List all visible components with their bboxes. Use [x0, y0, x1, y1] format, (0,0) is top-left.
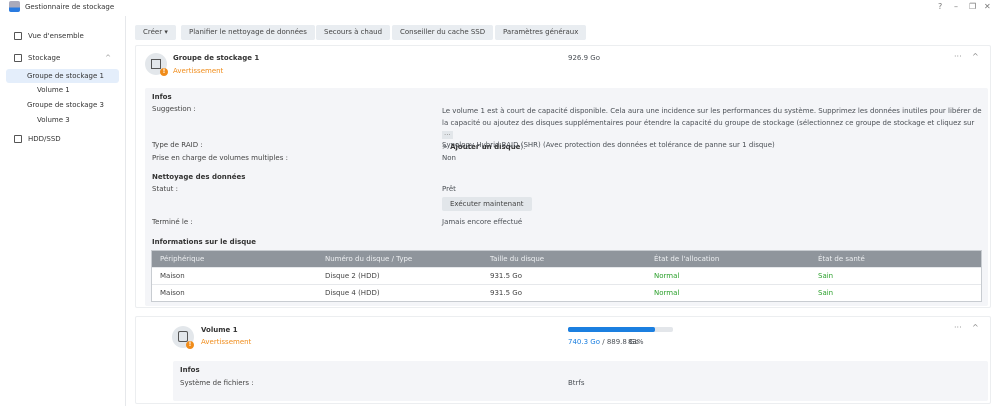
- maximize-button[interactable]: ❐: [969, 2, 976, 11]
- hot-spare-button[interactable]: Secours à chaud: [316, 25, 391, 40]
- status-value: Prêt: [442, 185, 456, 193]
- pool-status: Avertissement: [173, 67, 224, 75]
- cell-disk: Disque 2 (HDD): [317, 266, 482, 284]
- sidebar-item-overview[interactable]: Vue d'ensemble: [6, 29, 119, 43]
- sidebar-item-volume-1[interactable]: Volume 1: [6, 83, 119, 97]
- infos-heading: Infos: [180, 366, 200, 374]
- app-title: Gestionnaire de stockage: [25, 3, 115, 11]
- column-header: État de l'allocation: [646, 251, 810, 267]
- column-header: Numéro du disque / Type: [317, 251, 482, 267]
- multi-volume-label: Prise en charge de volumes multiples :: [152, 154, 288, 162]
- storage-icon: [14, 54, 22, 62]
- storage-pool-card: ! Groupe de stockage 1 Avertissement 926…: [135, 45, 991, 308]
- volume-status: Avertissement: [201, 338, 252, 346]
- minimize-button[interactable]: –: [954, 2, 958, 11]
- global-settings-button[interactable]: Paramètres généraux: [495, 25, 587, 40]
- filesystem-value: Btrfs: [568, 379, 585, 387]
- completed-label: Terminé le :: [152, 218, 193, 226]
- ssd-cache-advisor-button[interactable]: Conseiller du cache SSD: [392, 25, 494, 40]
- column-header: État de santé: [810, 251, 981, 267]
- disk-info-heading: Informations sur le disque: [152, 238, 256, 246]
- filesystem-label: Système de fichiers :: [180, 379, 254, 387]
- more-icon[interactable]: ···: [954, 52, 962, 61]
- pool-name: Groupe de stockage 1: [173, 54, 260, 62]
- storage-pool-icon: !: [145, 53, 168, 76]
- cell-size: 931.5 Go: [482, 283, 646, 301]
- disk-icon: [14, 135, 22, 143]
- help-button[interactable]: ?: [938, 2, 942, 11]
- raid-label: Type de RAID :: [152, 141, 203, 149]
- table-row[interactable]: Maison Disque 4 (HDD) 931.5 Go Normal Sa…: [152, 283, 981, 301]
- sidebar-item-label: Vue d'ensemble: [28, 32, 84, 40]
- volume-card: ! Volume 1 Avertissement 740.3 Go / 889.…: [135, 316, 991, 404]
- raid-value: Synology Hybrid RAID (SHR) (Avec protect…: [442, 141, 775, 149]
- cell-disk: Disque 4 (HDD): [317, 283, 482, 301]
- status-label: Statut :: [152, 185, 178, 193]
- volume-icon: !: [172, 326, 194, 349]
- volume-info-panel: Infos Système de fichiers : Btrfs: [173, 361, 988, 401]
- suggestion-label: Suggestion :: [152, 105, 196, 113]
- sidebar-item-volume-3[interactable]: Volume 3: [6, 113, 119, 127]
- disk-table: Périphérique Numéro du disque / Type Tai…: [151, 250, 982, 302]
- collapse-icon[interactable]: ^: [972, 52, 979, 61]
- scrubbing-heading: Nettoyage des données: [152, 173, 246, 181]
- column-header: Taille du disque: [482, 251, 646, 267]
- sidebar-item-pool-1[interactable]: Groupe de stockage 1: [6, 69, 119, 83]
- completed-value: Jamais encore effectué: [442, 218, 523, 226]
- sidebar: Vue d'ensemble Stockage ^ Groupe de stock…: [0, 16, 126, 406]
- usage-bar: [568, 327, 673, 332]
- cell-device: Maison: [152, 283, 317, 301]
- sidebar-item-hdd-ssd[interactable]: HDD/SSD: [6, 132, 119, 146]
- app-icon: [9, 1, 20, 12]
- cell-health: Sain: [810, 266, 981, 284]
- more-icon[interactable]: ···: [954, 323, 962, 332]
- column-header: Périphérique: [152, 251, 317, 267]
- warning-icon: !: [186, 341, 194, 349]
- overview-icon: [14, 32, 22, 40]
- schedule-scrubbing-button[interactable]: Planifier le nettoyage de données: [181, 25, 315, 40]
- warning-icon: !: [160, 68, 168, 76]
- cell-size: 931.5 Go: [482, 266, 646, 284]
- cell-health: Sain: [810, 283, 981, 301]
- cell-device: Maison: [152, 266, 317, 284]
- run-now-button[interactable]: Exécuter maintenant: [442, 197, 532, 211]
- more-icon: ···: [442, 131, 453, 139]
- collapse-icon[interactable]: ^: [972, 323, 979, 332]
- table-row[interactable]: Maison Disque 2 (HDD) 931.5 Go Normal Sa…: [152, 266, 981, 284]
- pool-size: 926.9 Go: [568, 54, 600, 62]
- usage-bar-fill: [568, 327, 656, 332]
- create-button[interactable]: Créer ▾: [135, 25, 176, 40]
- usage-percent: 83%: [628, 338, 644, 346]
- sidebar-item-storage[interactable]: Stockage ^: [6, 51, 119, 65]
- cell-allocation: Normal: [646, 283, 810, 301]
- chevron-up-icon[interactable]: ^: [105, 51, 111, 65]
- table-header: Périphérique Numéro du disque / Type Tai…: [152, 251, 981, 267]
- multi-volume-value: Non: [442, 154, 456, 162]
- sidebar-item-label: Stockage: [28, 54, 61, 62]
- close-button[interactable]: ✕: [984, 2, 991, 11]
- title-bar: Gestionnaire de stockage ? – ❐ ✕: [0, 0, 1000, 14]
- infos-heading: Infos: [152, 93, 172, 101]
- sidebar-item-label: HDD/SSD: [28, 135, 61, 143]
- sidebar-item-pool-3[interactable]: Groupe de stockage 3: [6, 98, 119, 112]
- pool-info-panel: Infos Suggestion : Le volume 1 est à cou…: [145, 88, 988, 306]
- cell-allocation: Normal: [646, 266, 810, 284]
- volume-name: Volume 1: [201, 326, 238, 334]
